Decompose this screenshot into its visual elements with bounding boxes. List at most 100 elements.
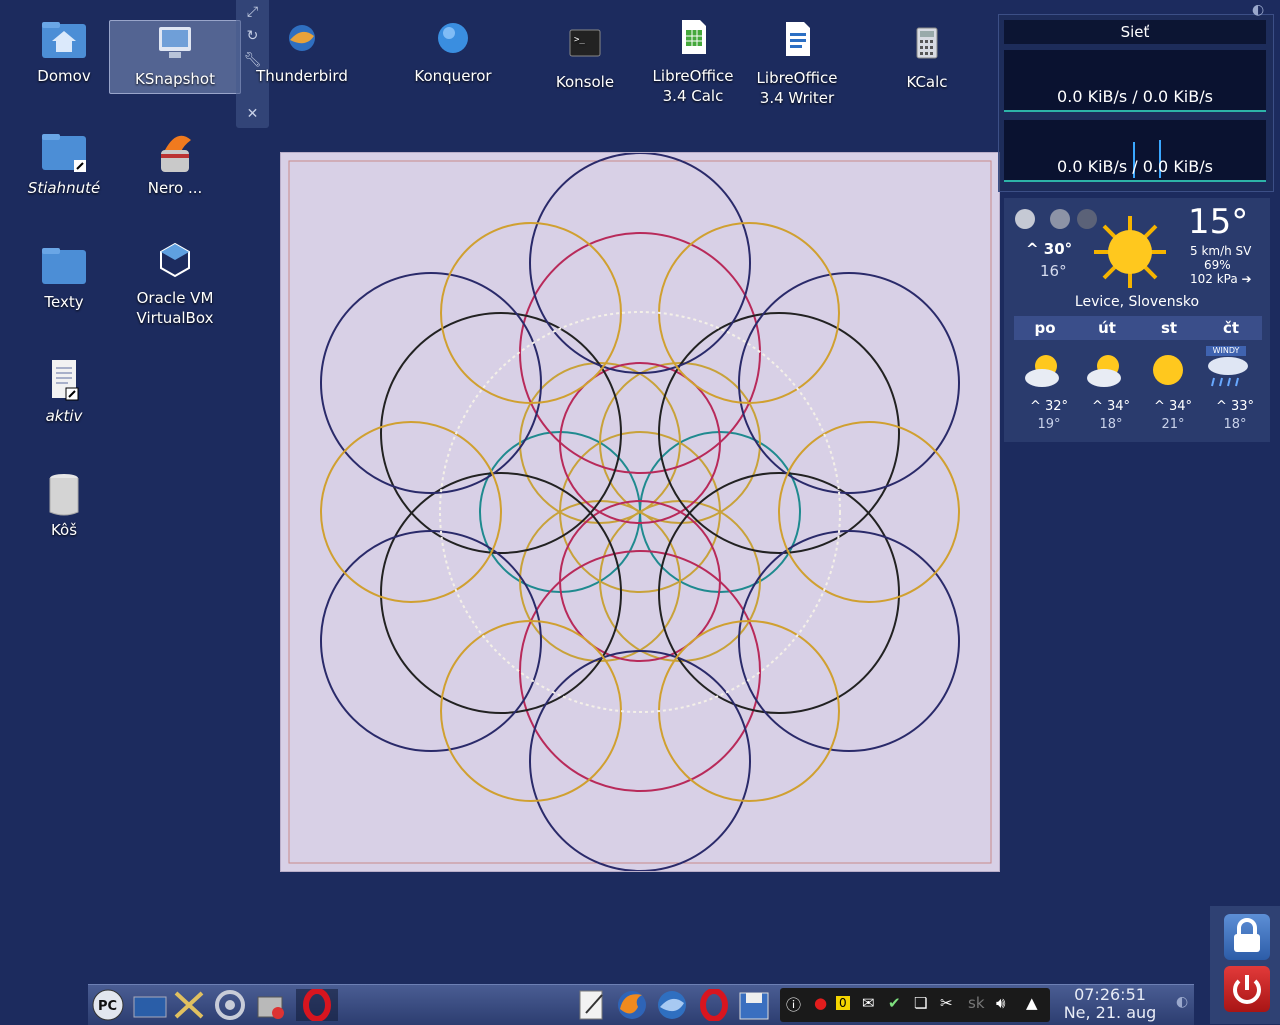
partly-cloudy-icon — [1022, 350, 1066, 394]
forecast-day-2: út — [1098, 319, 1116, 337]
forecast-day-1: po — [1034, 319, 1056, 337]
desktop-icon-domov[interactable]: Domov — [9, 18, 119, 86]
show-desktop-button[interactable] — [132, 989, 167, 1021]
forecast-2: ^ 34° 18° — [1091, 399, 1131, 432]
launcher-text-editor[interactable] — [574, 989, 608, 1021]
keyboard-layout[interactable]: sk — [968, 994, 985, 1012]
launcher-label: PC — [98, 999, 117, 1014]
close-icon[interactable]: ✕ — [236, 102, 269, 126]
nero-icon — [147, 130, 203, 176]
thunderbird-icon — [274, 18, 330, 64]
partly-cloudy-icon — [1084, 350, 1128, 394]
task-opera[interactable] — [296, 988, 338, 1022]
package-manager-button[interactable] — [252, 989, 286, 1021]
downloads-folder-icon — [36, 130, 92, 176]
package-icon — [257, 996, 284, 1019]
trash-icon — [36, 472, 92, 518]
mail-icon[interactable]: ✉ — [862, 994, 875, 1012]
tray-expand-icon[interactable]: ▲ — [1026, 994, 1038, 1012]
desktop-icon-thunderbird[interactable]: Thunderbird — [247, 18, 357, 86]
desktop-icon-ksnapshot[interactable]: KSnapshot — [109, 20, 241, 94]
desktop: { "desktop_icons": [ {"id":"domov","labe… — [0, 0, 1280, 1025]
desktop-icon-kos[interactable]: Kôš — [9, 472, 119, 540]
forecast-1: ^ 32° 19° — [1029, 399, 1069, 432]
sunny-icon — [1146, 350, 1190, 394]
desktop-icon-texty[interactable]: Texty — [9, 244, 119, 312]
opera-icon — [303, 988, 331, 1022]
digital-clock[interactable]: 07:26:51 Ne, 21. aug — [1060, 986, 1160, 1022]
network-graph-2: 0.0 KiB/s / 0.0 KiB/s — [1004, 120, 1266, 182]
desktop-icon-libreoffice-calc[interactable]: LibreOffice 3.4 Calc — [638, 18, 748, 106]
desktop-icon-libreoffice-writer[interactable]: LibreOffice 3.4 Writer — [742, 20, 852, 108]
terminal-icon: >_ — [557, 24, 613, 70]
weather-widget[interactable]: ^ 30° 16° 15° 5 km/h SV 69% 102 kPa ➔ Le… — [1004, 198, 1270, 442]
gear-icon — [215, 990, 245, 1020]
desktop-icon-stiahnute[interactable]: Stiahnuté — [9, 130, 119, 198]
desktop-icon-virtualbox[interactable]: Oracle VM VirtualBox — [120, 240, 230, 328]
info-icon[interactable]: ⓘ — [786, 994, 801, 1015]
today-low: 16° — [1040, 262, 1067, 280]
calculator-icon — [899, 24, 955, 70]
opera-icon — [700, 988, 728, 1022]
thunderbird-icon — [658, 991, 686, 1019]
picture-frame-widget[interactable] — [280, 152, 1000, 872]
scissors-icon[interactable]: ✂ — [940, 994, 953, 1012]
clipboard-icon[interactable]: ❏ — [914, 994, 927, 1012]
document-icon — [769, 20, 825, 66]
clock-date: Ne, 21. aug — [1063, 1003, 1157, 1022]
launcher-opera[interactable] — [696, 988, 730, 1022]
firefox-icon — [618, 991, 646, 1019]
flower-of-life-image — [281, 152, 999, 872]
settings-button[interactable] — [212, 989, 246, 1021]
pressure: 102 kPa ➔ — [1190, 272, 1252, 286]
clock-time: 07:26:51 — [1074, 985, 1146, 1004]
weather-source-icons — [1014, 208, 1098, 234]
network-rate-2: 0.0 KiB/s / 0.0 KiB/s — [1057, 157, 1213, 176]
forecast-days: po út st čt — [1014, 316, 1262, 340]
forecast-4: ^ 33° 18° — [1215, 399, 1255, 432]
launcher-file-manager[interactable] — [736, 989, 770, 1021]
spreadsheet-icon — [665, 18, 721, 64]
network-rate-1: 0.0 KiB/s / 0.0 KiB/s — [1057, 87, 1213, 106]
panel-handle-icon[interactable]: ◐ — [1176, 994, 1188, 1010]
application-launcher-button[interactable]: PC — [90, 989, 124, 1021]
windy-badge: WINDY — [1206, 346, 1246, 356]
current-temperature: 15° — [1188, 202, 1249, 242]
widget-handle-icon[interactable]: ◐ — [1252, 2, 1264, 18]
weather-location: Levice, Slovensko — [1074, 294, 1200, 310]
wind: 5 km/h SV — [1190, 244, 1252, 258]
check-icon[interactable]: ✔ — [888, 994, 901, 1012]
power-icon — [1233, 975, 1261, 1004]
desktop-icon-konqueror[interactable]: Konqueror — [398, 18, 508, 86]
text-document-link-icon — [36, 358, 92, 404]
desktop-icon-kcalc[interactable]: KCalc — [872, 24, 982, 92]
logout-button[interactable] — [1224, 966, 1270, 1012]
desktop-icon-nero[interactable]: Nero ... — [120, 130, 230, 198]
forecast-3: ^ 34° 21° — [1153, 399, 1193, 432]
humidity: 69% — [1204, 258, 1231, 272]
volume-icon[interactable]: 🔊︎ — [996, 994, 1005, 1012]
lock-screen-button[interactable] — [1224, 914, 1270, 960]
home-folder-icon — [36, 18, 92, 64]
system-settings-button[interactable] — [172, 989, 206, 1021]
ksnapshot-icon — [147, 21, 203, 67]
folder-icon — [36, 244, 92, 290]
launcher-firefox[interactable] — [614, 989, 648, 1021]
today-high: ^ 30° — [1026, 240, 1073, 258]
lock-icon — [1234, 918, 1260, 952]
windy-rain-icon: WINDY — [1206, 346, 1250, 394]
text-editor-icon — [579, 990, 603, 1020]
svg-text:>_: >_ — [574, 35, 585, 45]
desktop-icon-konsole[interactable]: >_ Konsole — [530, 24, 640, 92]
desktop-icon-aktiv[interactable]: aktiv — [9, 358, 119, 426]
opera-tray-icon[interactable]: ● — [814, 994, 827, 1012]
system-tray: ⓘ ● 0 ✉ ✔ ❏ ✂ sk 🔊︎ ▲ — [780, 988, 1050, 1022]
desktop-icon — [133, 996, 167, 1018]
virtualbox-icon — [147, 240, 203, 286]
launcher-thunderbird[interactable] — [654, 989, 688, 1021]
network-title: Sieť — [1004, 20, 1266, 44]
network-graph-1: 0.0 KiB/s / 0.0 KiB/s — [1004, 50, 1266, 112]
counter-badge[interactable]: 0 — [836, 996, 850, 1010]
konqueror-icon — [425, 18, 481, 64]
forecast-day-3: st — [1160, 319, 1178, 337]
